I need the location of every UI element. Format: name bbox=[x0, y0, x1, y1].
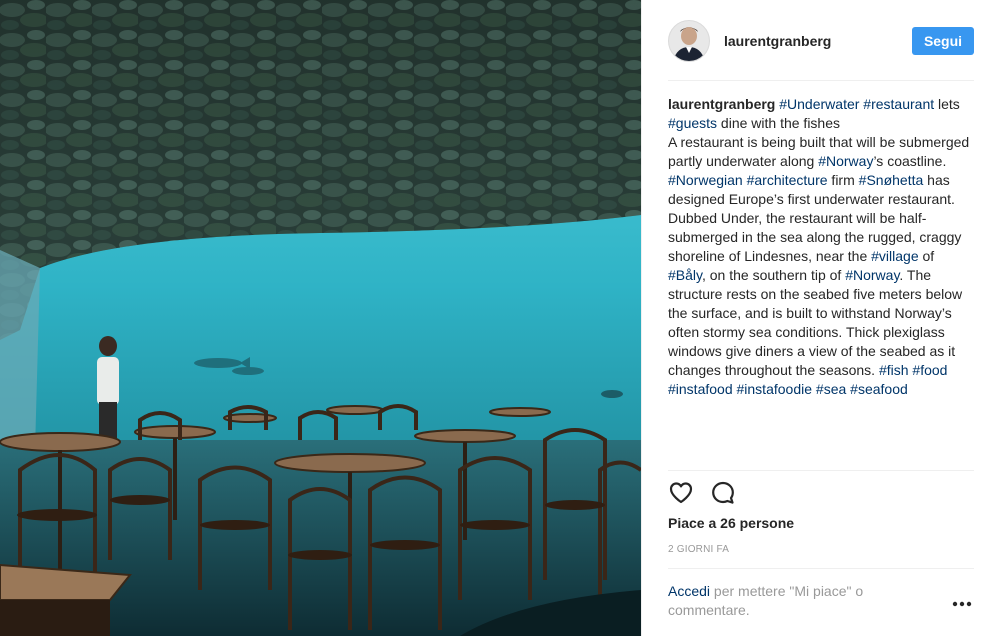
hashtag-link[interactable]: #village bbox=[871, 248, 918, 264]
action-bar bbox=[668, 478, 752, 508]
header-username[interactable]: laurentgranberg bbox=[724, 33, 912, 49]
hashtag-link[interactable]: #food bbox=[912, 362, 947, 378]
caption-paragraph-2: A restaurant is being built that will be… bbox=[668, 133, 973, 171]
hashtag-link[interactable]: #Snøhetta bbox=[859, 172, 924, 188]
hashtag-link[interactable]: #seafood bbox=[850, 381, 908, 397]
hashtag-link[interactable]: #fish bbox=[879, 362, 909, 378]
login-prompt: Accedi per mettere "Mi piace" o commenta… bbox=[668, 582, 908, 620]
likes-count[interactable]: Piace a 26 persone bbox=[668, 515, 794, 531]
divider bbox=[668, 80, 974, 81]
hashtag-link[interactable]: #Båly bbox=[668, 267, 702, 283]
divider bbox=[668, 568, 974, 569]
hashtag-link[interactable]: #instafoodie bbox=[737, 381, 813, 397]
caption-text: of bbox=[918, 248, 935, 264]
caption-text: dine with the fishes bbox=[717, 115, 841, 131]
caption-username[interactable]: laurentgranberg bbox=[668, 96, 775, 112]
login-link[interactable]: Accedi bbox=[668, 583, 710, 599]
hashtag-link[interactable]: #Norwegian bbox=[668, 172, 743, 188]
three-dots-icon[interactable] bbox=[951, 598, 973, 610]
underwater-restaurant-image bbox=[0, 0, 641, 636]
hashtag-link[interactable]: #Norway bbox=[845, 267, 899, 283]
post-photo[interactable] bbox=[0, 0, 641, 636]
hashtag-link[interactable]: #guests bbox=[668, 115, 717, 131]
hashtag-link[interactable]: #sea bbox=[816, 381, 846, 397]
caption-first-line: laurentgranberg #Underwater #restaurant … bbox=[668, 95, 973, 133]
post-caption: laurentgranberg #Underwater #restaurant … bbox=[668, 95, 973, 399]
follow-button[interactable]: Segui bbox=[912, 27, 974, 55]
hashtag-link[interactable]: #architecture bbox=[747, 172, 828, 188]
profile-photo-icon bbox=[669, 21, 709, 61]
caption-text: , on the southern tip of bbox=[701, 267, 846, 283]
caption-text: firm bbox=[827, 172, 859, 188]
speech-bubble-icon[interactable] bbox=[710, 480, 736, 506]
divider bbox=[668, 470, 974, 471]
post-window: laurentgranberg Segui laurentgranberg #U… bbox=[0, 0, 1000, 636]
hashtag-link[interactable]: #Norway bbox=[818, 153, 873, 169]
caption-text: lets bbox=[934, 96, 960, 112]
caption-paragraph-3: #Norwegian #architecture firm #Snøhetta … bbox=[668, 171, 973, 399]
post-date[interactable]: 2 GIORNI FA bbox=[668, 544, 729, 555]
hashtag-link[interactable]: #Underwater bbox=[779, 96, 859, 112]
post-side-panel: laurentgranberg Segui laurentgranberg #U… bbox=[641, 0, 1000, 636]
avatar[interactable] bbox=[668, 20, 710, 62]
heart-outline-icon[interactable] bbox=[668, 480, 694, 506]
post-header: laurentgranberg Segui bbox=[668, 17, 974, 65]
caption-text: ’s coastline. bbox=[873, 153, 947, 169]
hashtag-link[interactable]: #instafood bbox=[668, 381, 733, 397]
hashtag-link[interactable]: #restaurant bbox=[863, 96, 934, 112]
